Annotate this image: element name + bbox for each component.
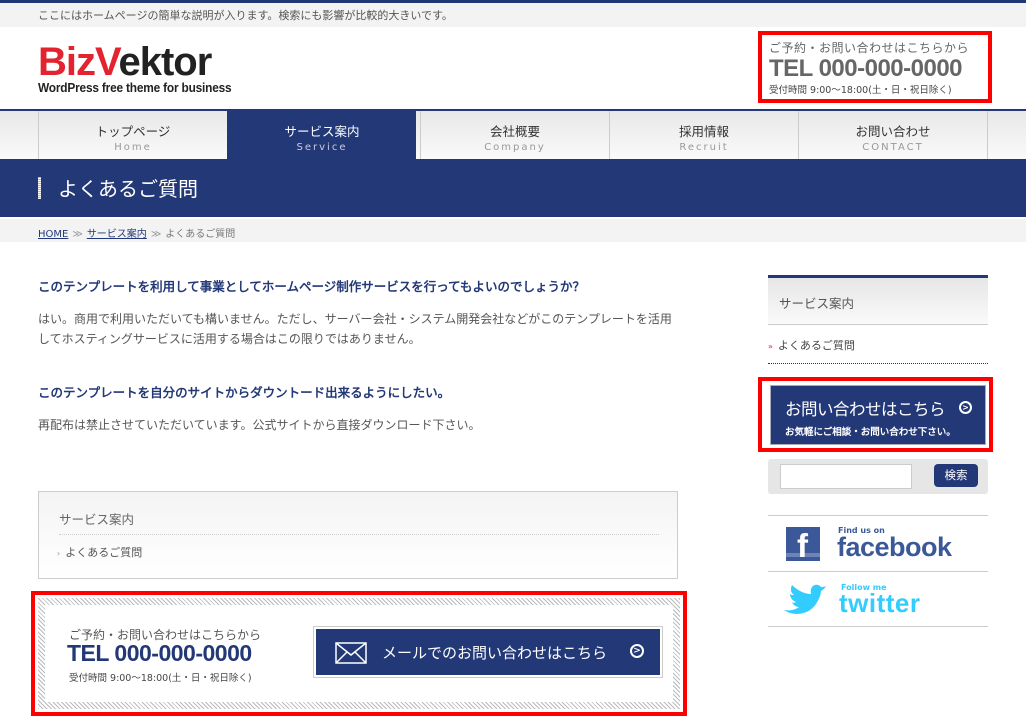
search-button[interactable]: 検索 [934, 464, 978, 487]
circle-arrow-icon: > [630, 644, 644, 658]
search-box: 検索 [768, 459, 988, 494]
sidebar-contact-banner[interactable]: お問い合わせはこちら > お気軽にご相談・お問い合わせ下さい。 [758, 377, 993, 452]
search-input[interactable] [780, 464, 912, 489]
contact-box: ご予約・お問い合わせはこちらから TEL 000-000-0000 受付時間 9… [31, 591, 687, 716]
contact-tel: TEL 000-000-0000 [67, 640, 252, 666]
nav-label-jp: 会社概要 [489, 124, 540, 139]
page-title: よくあるご質問 [58, 177, 198, 201]
site-logo[interactable]: BizVektor WordPress free theme for busin… [38, 40, 242, 95]
twitter-wordmark: twitter [839, 588, 921, 618]
social-links: f Find us on facebook Follow me twitter [768, 515, 988, 627]
facebook-icon: f [786, 527, 820, 564]
breadcrumb-separator: ≫ [150, 229, 162, 240]
chevron-right-icon: » [768, 342, 773, 351]
nav-divider [987, 111, 988, 159]
nav-label-en: Home [114, 142, 152, 153]
breadcrumb-home[interactable]: HOME [38, 229, 68, 240]
breadcrumb-separator: ≫ [72, 229, 83, 240]
child-menu-title[interactable]: サービス案内 [59, 509, 659, 535]
chevron-right-icon: › [57, 549, 61, 558]
nav-label-jp: サービス案内 [284, 124, 360, 139]
envelope-icon [335, 642, 367, 664]
nav-label-en: CONTACT [862, 142, 924, 153]
breadcrumb-current: よくあるご質問 [165, 229, 236, 240]
nav-item-company[interactable]: 会社概要 Company [420, 111, 609, 159]
faq-answer: 再配布は禁止させていただいています。公式サイトから直接ダウンロード下さい。 [38, 418, 481, 432]
top-description-bar: ここにはホームページの簡単な説明が入ります。検索にも影響が比較的大きいです。 [0, 0, 1026, 27]
nav-label-en: Service [296, 142, 348, 153]
cta-sub-text: お気軽にご相談・お問い合わせ下さい。 [785, 427, 956, 438]
breadcrumb-service[interactable]: サービス案内 [87, 229, 147, 240]
child-menu-item-label: よくあるご質問 [65, 546, 143, 559]
nav-label-jp: お問い合わせ [855, 124, 931, 139]
facebook-link[interactable]: f Find us on facebook [768, 515, 988, 571]
sidebar-menu: サービス案内 » よくあるご質問 [768, 275, 988, 364]
logo-part1: Biz [38, 40, 96, 84]
faq-question: このテンプレートを自分のサイトからダウントード出来るようにしたい。 [38, 385, 451, 400]
twitter-link[interactable]: Follow me twitter [768, 571, 988, 627]
nav-label-en: Recruit [679, 142, 729, 153]
mail-contact-button[interactable]: メールでのお問い合わせはこちら > [313, 626, 663, 678]
circle-arrow-icon: > [959, 401, 972, 414]
nav-label-jp: 採用情報 [678, 124, 729, 139]
twitter-bird-icon [784, 584, 826, 614]
site-description: ここにはホームページの簡単な説明が入ります。検索にも影響が比較的大きいです。 [38, 9, 453, 22]
nav-label-jp: トップページ [95, 124, 171, 139]
breadcrumb: HOME ≫ サービス案内 ≫ よくあるご質問 [0, 219, 1026, 244]
faq-answer: はい。商用で利用いただいても構いません。ただし、サーバー会社・システム開発会社な… [38, 312, 672, 346]
header-contact-hours: 受付時間 9:00〜18:00(土・日・祝日除く) [769, 85, 952, 96]
facebook-wordmark: facebook [837, 532, 952, 562]
sidebar-menu-item[interactable]: » よくあるご質問 [768, 325, 988, 364]
faq-question: このテンプレートを利用して事業としてホームページ制作サービスを行ってもよいのでし… [38, 279, 586, 294]
logo-tagline: WordPress free theme for business [38, 81, 232, 95]
logo-part2: V [95, 40, 120, 84]
nav-item-service[interactable]: サービス案内 Service [227, 111, 416, 159]
title-accent-bar [38, 177, 41, 199]
nav-item-recruit[interactable]: 採用情報 Recruit [609, 111, 798, 159]
child-page-menu: サービス案内 › よくあるご質問 [38, 491, 678, 579]
logo-part3: ektor [118, 40, 212, 84]
child-menu-item[interactable]: › よくあるご質問 [57, 544, 142, 560]
header-contact: ご予約・お問い合わせはこちらから TEL 000-000-0000 受付時間 9… [758, 31, 992, 103]
contact-hours: 受付時間 9:00〜18:00(土・日・祝日除く) [69, 673, 252, 684]
cta-main-text: お問い合わせはこちら [785, 400, 946, 419]
mail-button-label: メールでのお問い合わせはこちら [382, 644, 608, 662]
header-contact-lead: ご予約・お問い合わせはこちらから [769, 41, 970, 55]
nav-item-contact[interactable]: お問い合わせ CONTACT [798, 111, 987, 159]
page-header: よくあるご質問 [0, 159, 1026, 217]
nav-item-home[interactable]: トップページ Home [38, 111, 227, 159]
sidebar-menu-item-label: よくあるご質問 [777, 339, 855, 352]
header-contact-tel: TEL 000-000-0000 [769, 55, 963, 82]
nav-label-en: Company [484, 142, 546, 153]
sidebar-menu-title[interactable]: サービス案内 [768, 278, 988, 325]
global-nav: トップページ Home サービス案内 Service 会社概要 Company … [0, 109, 1026, 159]
